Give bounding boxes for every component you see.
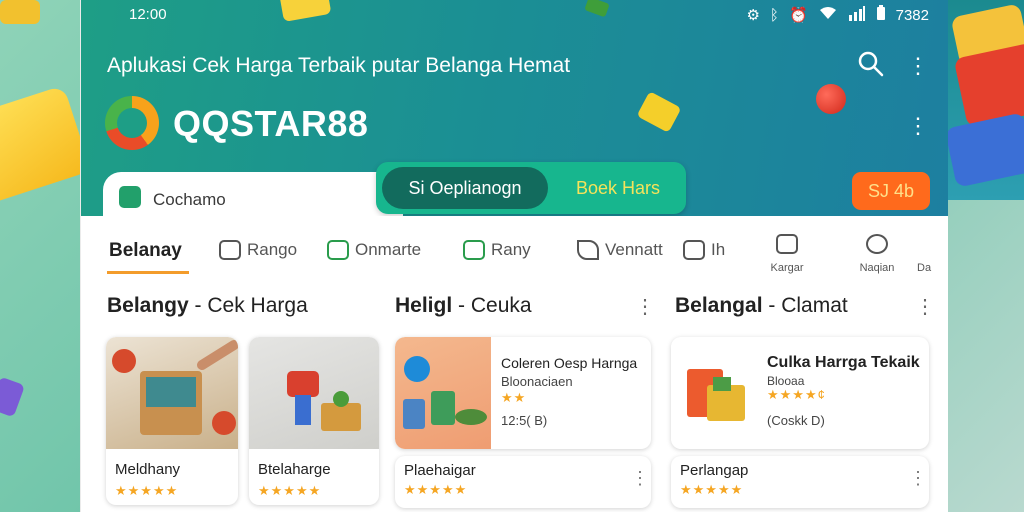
nav-item-ih[interactable]: Ih [683, 240, 725, 260]
decorative-cube [636, 91, 682, 133]
featured-product-card[interactable]: Coleren Oesp Harnga Bloonaciaen ★★ 12:5(… [395, 337, 651, 449]
sync-icon: ⚙ [746, 7, 760, 24]
section-title-main: Belangy [107, 294, 189, 317]
product-subtitle: Blooaa [767, 374, 805, 388]
section-title-main: Heligl [395, 294, 453, 317]
current-tab[interactable]: Cochamo [103, 172, 403, 222]
product-price: (Coskk D) [767, 413, 825, 428]
featured-product-card[interactable]: Culka Harrga Tekaik Blooaa ★★★★¢ (Coskk … [671, 337, 929, 449]
more-options-button[interactable]: ⋮ [631, 468, 649, 489]
status-bar: 12:00 ⚙ ᛒ ⏰ 7382 [81, 0, 948, 30]
note-icon [683, 240, 705, 260]
section-title-main: Belangal [675, 294, 763, 317]
alarm-icon: ⏰ [788, 7, 808, 24]
app-screen: 12:00 ⚙ ᛒ ⏰ 7382 Aplukasi Cek Harga Terb… [80, 0, 948, 512]
nav-item-label: Naqian [859, 262, 895, 274]
pen-icon [577, 240, 599, 260]
product-name: Culka Harrga Tekaik [767, 354, 920, 371]
phone-icon [219, 240, 241, 260]
more-options-button[interactable]: ⋮ [907, 52, 929, 80]
product-price: 12:5( B) [501, 413, 548, 428]
battery-text: 7382 [895, 6, 929, 24]
bag-icon [327, 240, 349, 260]
product-name: Coleren Oesp Harnga [501, 355, 638, 371]
nav-item-da[interactable]: Da [917, 234, 948, 274]
wifi-icon [818, 5, 838, 25]
section-title: Belangy - Cek Harga [107, 294, 308, 317]
brand-name: QQSTAR88 [173, 103, 369, 144]
status-icons: ⚙ ᛒ ⏰ 7382 [746, 5, 929, 25]
section-subtitle: Clamat [781, 294, 848, 317]
product-image [249, 337, 379, 449]
active-tab-indicator [107, 271, 189, 274]
promo-chip[interactable]: SJ 4b [852, 172, 930, 210]
store-icon [119, 186, 141, 208]
product-rating: ★★★★★ [115, 483, 179, 498]
bluetooth-icon: ᛒ [769, 6, 779, 24]
product-name: Btelaharge [258, 461, 331, 478]
nav-item-label: Kargar [770, 262, 804, 274]
nav-item-rango[interactable]: Rango [219, 240, 297, 260]
search-icon [858, 51, 884, 77]
product-image [106, 337, 238, 449]
decorative-cube [0, 0, 40, 24]
product-rating: ★★★★★ [404, 482, 468, 497]
nav-item-label: Onmarte [355, 240, 422, 259]
segmented-toggle: Si Oeplianogn Boek Hars [376, 162, 686, 214]
nav-item-label: Rany [491, 240, 531, 259]
document-icon [776, 234, 798, 254]
nav-item-label: Rango [247, 240, 298, 259]
list-icon [463, 240, 485, 260]
more-options-button[interactable]: ⋮ [909, 468, 927, 489]
nav-item-kargar[interactable]: Kargar [757, 234, 817, 274]
product-name: Plaehaigar [404, 462, 476, 479]
more-options-button[interactable]: ⋮ [915, 294, 935, 319]
category-navbar: Belanay Rango Onmarte Rany Vennatt Ih Ka… [81, 216, 948, 282]
nav-item-belanay[interactable]: Belanay [109, 240, 182, 262]
nav-item-label: Da [917, 262, 932, 274]
toggle-option-right[interactable]: Boek Hars [558, 167, 678, 209]
product-rating: ★★★★★ [258, 483, 322, 498]
decorative-cube [0, 85, 92, 205]
product-rating: ★★ [501, 390, 527, 405]
product-card[interactable]: Btelaharge ★★★★★ [249, 337, 379, 505]
user-icon [866, 234, 888, 254]
section-subtitle: Ceuka [470, 294, 532, 317]
product-image [395, 337, 491, 449]
product-name: Meldhany [115, 461, 181, 478]
product-card[interactable]: Perlangap ★★★★★ ⋮ [671, 456, 929, 508]
nav-item-label: Ih [711, 240, 726, 259]
product-subtitle: Bloonaciaen [501, 374, 573, 389]
brand-logo-icon [105, 96, 159, 150]
section-title: Belangal - Clamat [675, 294, 848, 317]
more-options-button[interactable]: ⋮ [635, 294, 655, 319]
product-card[interactable]: Meldhany ★★★★★ [106, 337, 238, 505]
product-rating: ★★★★¢ [767, 387, 826, 402]
section-subtitle: Cek Harga [207, 294, 308, 317]
nav-item-label: Vennatt [605, 240, 663, 259]
product-rating: ★★★★★ [680, 482, 744, 497]
product-card[interactable]: Plaehaigar ★★★★★ ⋮ [395, 456, 651, 508]
section-title: Heligl - Ceuka [395, 294, 532, 317]
nav-item-onmarte[interactable]: Onmarte [327, 240, 421, 260]
battery-icon [876, 5, 886, 25]
app-tagline: Aplukasi Cek Harga Terbaik putar Belanga… [107, 54, 571, 77]
product-image [671, 337, 751, 449]
nav-item-naqian[interactable]: Naqian [847, 234, 907, 274]
nav-item-label: Belanay [109, 240, 182, 261]
current-tab-label: Cochamo [153, 190, 226, 209]
status-time: 12:00 [129, 6, 167, 23]
app-header: 12:00 ⚙ ᛒ ⏰ 7382 Aplukasi Cek Harga Terb… [81, 0, 948, 222]
nav-item-vennatt[interactable]: Vennatt [577, 240, 663, 260]
decorative-cube [0, 376, 26, 418]
more-options-button[interactable]: ⋮ [907, 112, 929, 140]
search-button[interactable] [857, 50, 885, 78]
product-name: Perlangap [680, 462, 749, 479]
signal-icon [848, 5, 866, 25]
toggle-option-left[interactable]: Si Oeplianogn [382, 167, 548, 209]
nav-item-rany[interactable]: Rany [463, 240, 531, 260]
decorative-ball [816, 84, 846, 114]
